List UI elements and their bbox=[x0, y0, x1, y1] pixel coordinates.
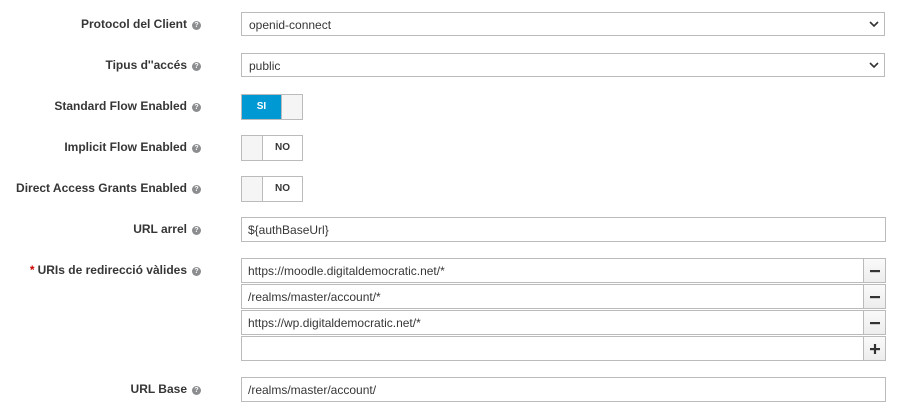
help-icon[interactable]: ? bbox=[192, 103, 201, 112]
toggle-knob bbox=[281, 95, 302, 119]
root-url-label: URL arrel? bbox=[133, 222, 201, 236]
access-type-label: Tipus d''accés? bbox=[105, 58, 201, 72]
access-type-value: public bbox=[249, 59, 281, 73]
root-url-value: ${authBaseUrl} bbox=[248, 223, 329, 237]
protocol-select[interactable]: openid-connect bbox=[241, 12, 885, 36]
standard-flow-toggle[interactable]: SI bbox=[241, 94, 303, 120]
access-type-select[interactable]: public bbox=[241, 53, 885, 77]
help-icon[interactable]: ? bbox=[192, 185, 201, 194]
minus-icon bbox=[870, 270, 880, 273]
redirect-uri-input[interactable]: /realms/master/account/* bbox=[241, 284, 864, 309]
toggle-knob bbox=[242, 177, 263, 201]
remove-uri-button[interactable] bbox=[863, 258, 886, 283]
redirect-uris-label: * URIs de redirecció vàlides? bbox=[30, 263, 201, 277]
help-icon[interactable]: ? bbox=[192, 144, 201, 153]
protocol-value: openid-connect bbox=[249, 18, 332, 32]
remove-uri-button[interactable] bbox=[863, 284, 886, 309]
chevron-down-icon bbox=[869, 21, 879, 28]
new-redirect-uri-input[interactable] bbox=[241, 336, 864, 361]
minus-icon bbox=[870, 322, 880, 325]
base-url-value: /realms/master/account/ bbox=[248, 383, 377, 397]
redirect-uri-row: https://wp.digitaldemocratic.net/* bbox=[241, 310, 886, 335]
help-icon[interactable]: ? bbox=[192, 226, 201, 235]
redirect-uri-input[interactable]: https://moodle.digitaldemocratic.net/* bbox=[241, 258, 864, 283]
required-marker: * bbox=[29, 263, 35, 277]
help-icon[interactable]: ? bbox=[192, 21, 201, 30]
redirect-uri-row bbox=[241, 336, 886, 361]
toggle-knob bbox=[242, 136, 263, 160]
plus-icon bbox=[870, 344, 880, 354]
add-uri-button[interactable] bbox=[863, 336, 886, 361]
help-icon[interactable]: ? bbox=[192, 386, 201, 395]
direct-access-toggle[interactable]: NO bbox=[241, 176, 303, 202]
redirect-uri-row: https://moodle.digitaldemocratic.net/* bbox=[241, 258, 886, 283]
remove-uri-button[interactable] bbox=[863, 310, 886, 335]
base-url-input[interactable]: /realms/master/account/ bbox=[241, 377, 886, 402]
implicit-flow-toggle[interactable]: NO bbox=[241, 135, 303, 161]
redirect-uri-input[interactable]: https://wp.digitaldemocratic.net/* bbox=[241, 310, 864, 335]
help-icon[interactable]: ? bbox=[192, 62, 201, 71]
minus-icon bbox=[870, 296, 880, 299]
toggle-on-label: SI bbox=[242, 95, 281, 119]
chevron-down-icon bbox=[869, 62, 879, 69]
standard-flow-label: Standard Flow Enabled? bbox=[54, 99, 201, 113]
root-url-input[interactable]: ${authBaseUrl} bbox=[241, 217, 886, 242]
help-icon[interactable]: ? bbox=[192, 267, 201, 276]
toggle-off-label: NO bbox=[275, 183, 290, 194]
redirect-uri-row: /realms/master/account/* bbox=[241, 284, 886, 309]
toggle-off-label: NO bbox=[275, 142, 290, 153]
implicit-flow-label: Implicit Flow Enabled? bbox=[64, 140, 201, 154]
base-url-label: URL Base? bbox=[131, 382, 201, 396]
protocol-label: Protocol del Client? bbox=[81, 17, 201, 31]
direct-access-label: Direct Access Grants Enabled? bbox=[16, 181, 201, 195]
